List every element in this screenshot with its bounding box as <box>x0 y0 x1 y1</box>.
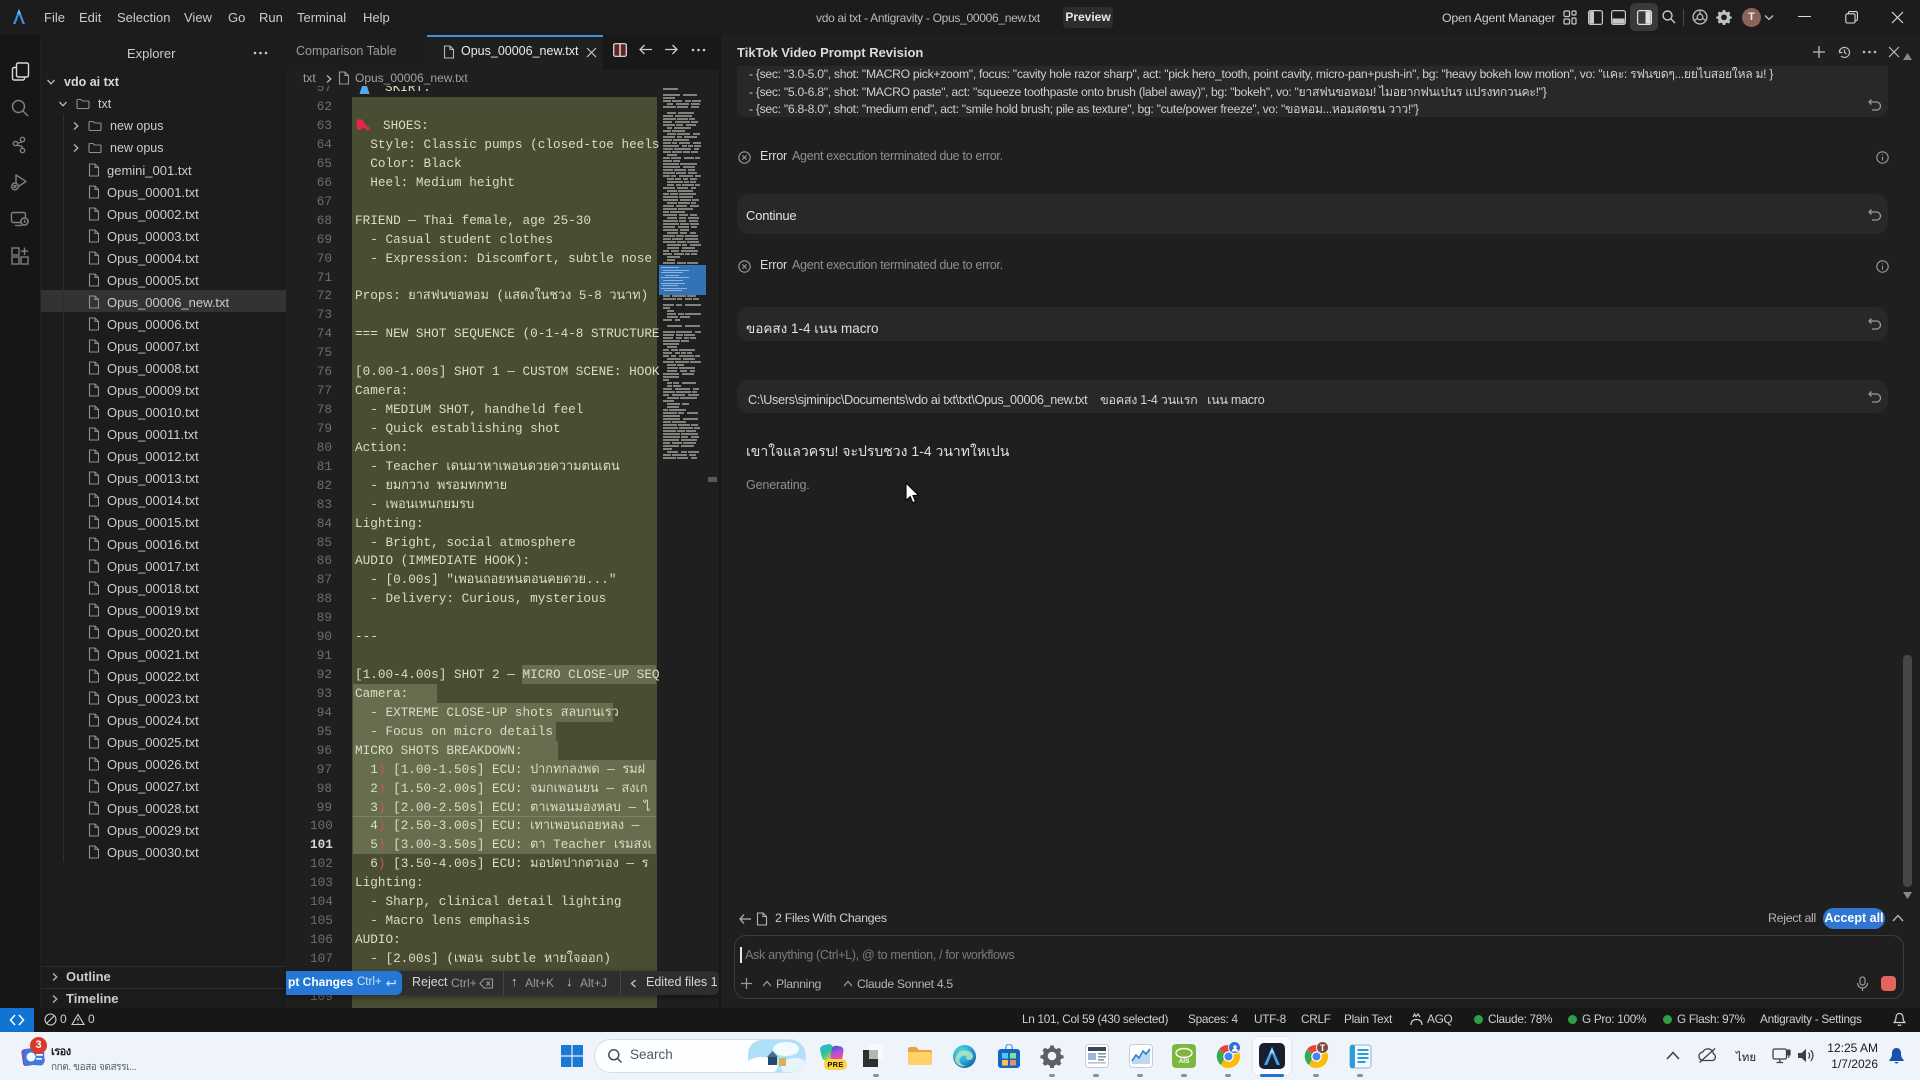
svg-text:AIS: AIS <box>1179 1058 1191 1065</box>
